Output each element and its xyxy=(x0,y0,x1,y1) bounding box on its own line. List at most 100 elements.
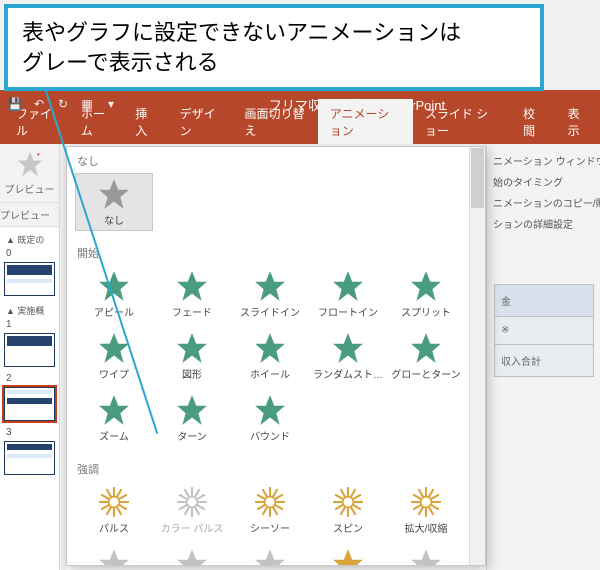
growturn-star-icon xyxy=(409,332,443,364)
animation-growshrink-label: 拡大/収縮 xyxy=(405,520,448,535)
teeter-star-icon xyxy=(253,486,287,518)
table-cell-1: 金 xyxy=(494,284,594,317)
animation-randombars-label: ランダムスト… xyxy=(313,366,383,381)
callout-text-line2: グレーで表示される xyxy=(22,50,219,75)
gallery-section-entrance: 開始 xyxy=(67,239,485,263)
callout-box: 表やグラフに設定できないアニメーションは グレーで表示される xyxy=(4,4,544,91)
animation-flyin[interactable]: スライドイン xyxy=(231,265,309,323)
tab-insert[interactable]: 挿入 xyxy=(123,99,167,144)
zoom-star-icon xyxy=(97,394,131,426)
swivel-star-icon xyxy=(175,394,209,426)
animation-colorpulse: カラー パルス xyxy=(153,481,231,539)
slideshow-icon[interactable]: ▦ xyxy=(78,95,96,113)
preview-button[interactable]: プレビュー xyxy=(0,144,59,203)
entrance-grid: アピール フェード スライドイン フロートイン スプリット ワイプ 図形 ホイー… xyxy=(67,263,485,455)
animation-pulse-label: パルス xyxy=(99,520,129,535)
animation-swivel[interactable]: ターン xyxy=(153,389,231,447)
desaturate-star-icon xyxy=(97,548,131,567)
animation-floatin-label: フロートイン xyxy=(318,304,378,319)
left-panel: プレビュー プレビュー ▲ 既定の 0 ▲ 実施概 1 2 3 xyxy=(0,144,60,570)
bounce-star-icon xyxy=(253,394,287,426)
scrollbar-thumb[interactable] xyxy=(471,148,484,208)
animation-gallery-dropdown: なし なし 開始 アピール フェード スライドイン フロートイン スプリット ワ… xyxy=(66,146,486,566)
ribbon-tabs: ファイル ホーム 挿入 デザイン 画面切り替え アニメーション スライド ショー… xyxy=(0,118,600,144)
thumb-section-label-1: ▲ 既定の xyxy=(2,231,57,248)
animation-wheel-label: ホイール xyxy=(250,366,290,381)
animation-darken: 暗く xyxy=(153,543,231,566)
animation-spin[interactable]: スピン xyxy=(309,481,387,539)
gallery-scrollbar[interactable] xyxy=(469,147,485,565)
animation-wheel[interactable]: ホイール xyxy=(231,327,309,385)
animation-floatin[interactable]: フロートイン xyxy=(309,265,387,323)
animation-fade[interactable]: フェード xyxy=(153,265,231,323)
animation-bounce-label: バウンド xyxy=(250,428,290,443)
callout-text-line1: 表やグラフに設定できないアニメーションは xyxy=(22,20,461,45)
animation-shape[interactable]: 図形 xyxy=(153,327,231,385)
none-star-icon xyxy=(97,178,131,210)
animation-colorpulse-label: カラー パルス xyxy=(161,520,224,535)
animation-appear[interactable]: アピール xyxy=(75,265,153,323)
animation-growshrink[interactable]: 拡大/収縮 xyxy=(387,481,465,539)
animation-randombars[interactable]: ランダムスト… xyxy=(309,327,387,385)
tab-transitions[interactable]: 画面切り替え xyxy=(232,99,317,144)
tab-design[interactable]: デザイン xyxy=(168,99,233,144)
animation-painter-button[interactable]: ニメーションのコピー/貼り付 xyxy=(491,192,596,213)
animation-desaturate: 薄く xyxy=(75,543,153,566)
thumb-number-2: 2 xyxy=(2,373,57,384)
colorpulse-star-icon xyxy=(175,486,209,518)
animation-swivel-label: ターン xyxy=(177,428,207,443)
table-cell-2: ※ xyxy=(494,317,594,345)
growshrink-star-icon xyxy=(409,486,443,518)
redo-icon[interactable]: ↻ xyxy=(54,95,72,113)
animation-object: オブジェクト… xyxy=(387,543,465,566)
slide-thumbnail-3[interactable] xyxy=(4,441,55,475)
quick-access-toolbar: 💾 ↶ ↻ ▦ ▾ xyxy=(6,95,120,113)
animation-growturn[interactable]: グローとターン xyxy=(387,327,465,385)
animation-bounce[interactable]: バウンド xyxy=(231,389,309,447)
tab-review[interactable]: 校閲 xyxy=(511,99,555,144)
animation-wipe[interactable]: ワイプ xyxy=(75,327,153,385)
flyin-star-icon xyxy=(253,270,287,302)
animation-teeter-label: シーソー xyxy=(250,520,290,535)
floatin-star-icon xyxy=(331,270,365,302)
pulse-star-icon xyxy=(97,486,131,518)
slide-thumbnail-2[interactable] xyxy=(4,387,55,421)
qat-customize-icon[interactable]: ▾ xyxy=(102,95,120,113)
shape-star-icon xyxy=(175,332,209,364)
transp-star-icon xyxy=(331,548,365,567)
thumb-number-0: 0 xyxy=(2,248,57,259)
randombars-star-icon xyxy=(331,332,365,364)
slide-thumbnail-0[interactable] xyxy=(4,262,55,296)
animation-zoom[interactable]: ズーム xyxy=(75,389,153,447)
animation-zoom-label: ズーム xyxy=(99,428,129,443)
tab-slideshow[interactable]: スライド ショー xyxy=(413,99,511,144)
gallery-section-emphasis: 強調 xyxy=(67,455,485,479)
advanced-animation-label: ションの詳細設定 xyxy=(491,213,596,234)
spin-star-icon xyxy=(331,486,365,518)
tab-animations[interactable]: アニメーション xyxy=(318,99,413,144)
animation-teeter[interactable]: シーソー xyxy=(231,481,309,539)
thumb-section-label-2: ▲ 実施概 xyxy=(2,302,57,319)
slide-table[interactable]: 金 ※ 収入合計 xyxy=(494,284,594,377)
save-icon[interactable]: 💾 xyxy=(6,95,24,113)
workspace: プレビュー プレビュー ▲ 既定の 0 ▲ 実施概 1 2 3 ニメーション ウ xyxy=(0,144,600,570)
animation-lighten: 明るく xyxy=(231,543,309,566)
trigger-button[interactable]: 始のタイミング xyxy=(491,171,596,192)
animation-split-label: スプリット xyxy=(401,304,451,319)
slide-thumbnail-1[interactable] xyxy=(4,333,55,367)
animation-split[interactable]: スプリット xyxy=(387,265,465,323)
undo-icon[interactable]: ↶ xyxy=(30,95,48,113)
split-star-icon xyxy=(409,270,443,302)
fade-star-icon xyxy=(175,270,209,302)
object-star-icon xyxy=(409,548,443,567)
thumb-number-3: 3 xyxy=(2,427,57,438)
powerpoint-window: 💾 ↶ ↻ ▦ ▾ フリマ収支報告 - PowerPoint ファイル ホーム … xyxy=(0,90,600,570)
animation-transp[interactable]: 透過性 xyxy=(309,543,387,566)
darken-star-icon xyxy=(175,548,209,567)
thumb-number-1: 1 xyxy=(2,319,57,330)
animation-flyin-label: スライドイン xyxy=(240,304,300,319)
animation-pulse[interactable]: パルス xyxy=(75,481,153,539)
tab-view[interactable]: 表示 xyxy=(556,99,600,144)
animation-growturn-label: グローとターン xyxy=(391,366,461,381)
animation-pane-button[interactable]: ニメーション ウィンドウ xyxy=(491,150,596,171)
